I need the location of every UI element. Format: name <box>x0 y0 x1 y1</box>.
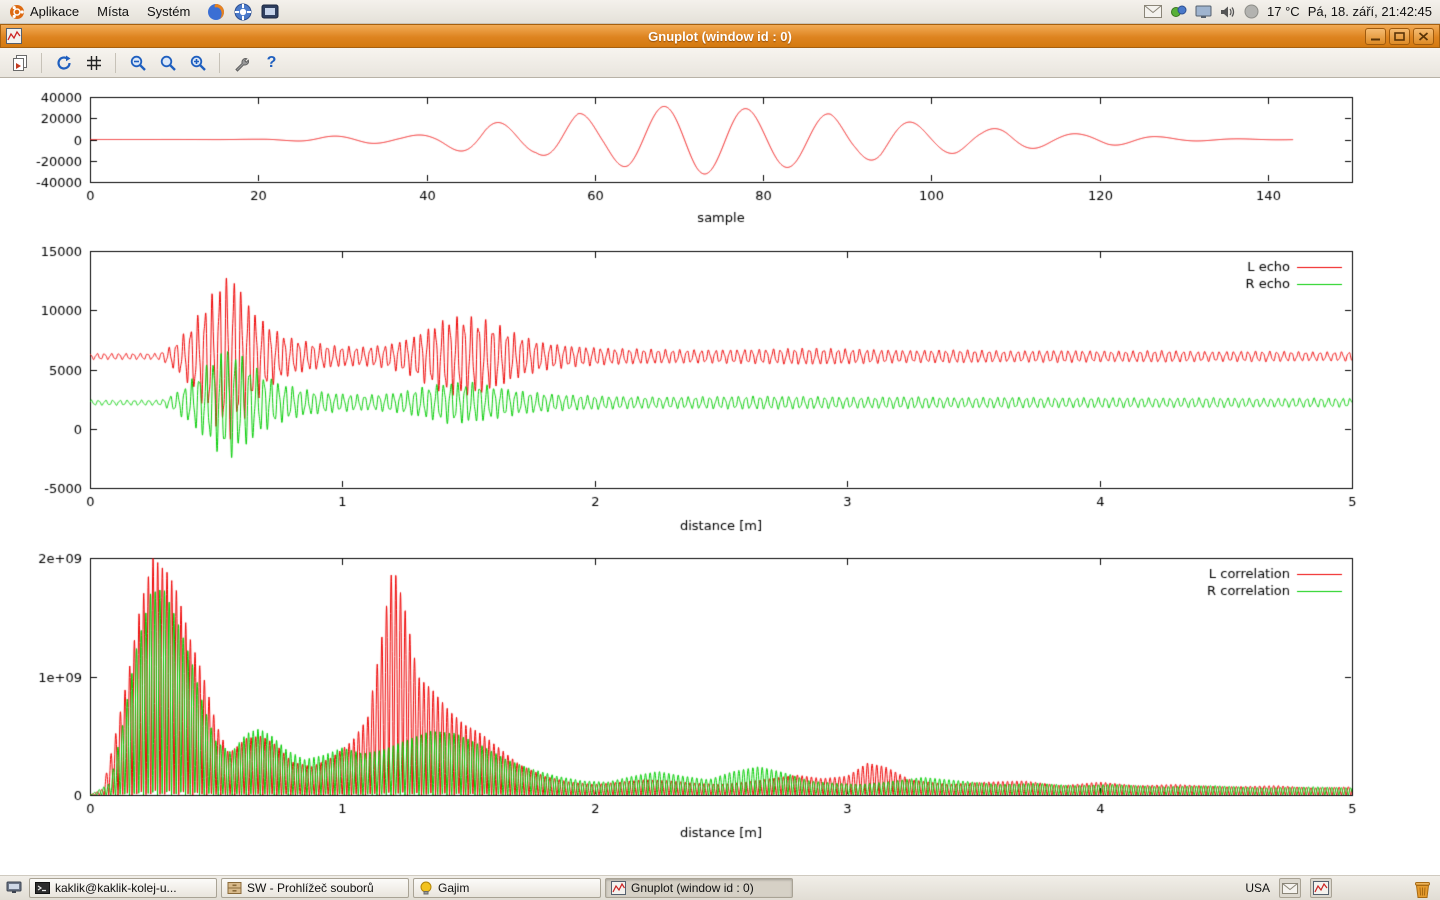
copy-to-clipboard-button[interactable] <box>6 51 33 75</box>
unzoom-icon <box>189 54 207 72</box>
panel-launchers <box>207 3 279 21</box>
gnuplot-task-icon <box>611 881 626 895</box>
correlation-chart[interactable] <box>0 547 1440 852</box>
terminal-icon <box>35 881 50 895</box>
window-title: Gnuplot (window id : 0) <box>1 29 1439 44</box>
echo-chart[interactable] <box>0 240 1440 545</box>
taskbar-item-label: kaklik@kaklik-kolej-u... <box>55 881 177 895</box>
top-panel: Aplikace Místa Systém <box>0 0 1440 24</box>
close-button[interactable] <box>1413 28 1434 45</box>
menu-applications[interactable]: Aplikace <box>0 0 88 23</box>
gajim-icon <box>419 881 433 895</box>
tray-mail-button[interactable] <box>1279 878 1301 898</box>
help-launcher-icon[interactable] <box>234 3 252 21</box>
zoom-previous-button[interactable] <box>124 51 151 75</box>
toolbar-separator <box>219 53 220 73</box>
minimize-button[interactable] <box>1365 28 1386 45</box>
window-controls <box>1365 28 1434 45</box>
replot-button[interactable] <box>50 51 77 75</box>
clock-label[interactable]: Pá, 18. září, 21:42:45 <box>1308 4 1432 19</box>
file-manager-icon <box>227 881 242 895</box>
sample-waveform-chart[interactable] <box>0 79 1440 237</box>
help-icon: ? <box>267 54 277 72</box>
weather-icon[interactable] <box>1244 4 1259 19</box>
taskbar-item-gajim[interactable]: Gajim <box>413 878 601 898</box>
tray-gnuplot-button[interactable] <box>1310 878 1332 898</box>
menu-system[interactable]: Systém <box>138 0 199 23</box>
bottom-taskbar: kaklik@kaklik-kolej-u... SW - Prohlížeč … <box>0 875 1440 900</box>
plot-area <box>0 78 1440 875</box>
zoom-next-icon <box>159 54 177 72</box>
panel-status-area: 17 °C Pá, 18. září, 21:42:45 <box>1144 4 1440 19</box>
wrench-icon <box>233 54 251 72</box>
taskbar-item-file-manager[interactable]: SW - Prohlížeč souborů <box>221 878 409 898</box>
menu-applications-label: Aplikace <box>30 4 79 19</box>
users-status-icon[interactable] <box>1170 4 1187 19</box>
display-settings-icon[interactable] <box>1195 5 1212 19</box>
show-desktop-icon <box>6 881 22 895</box>
toggle-grid-button[interactable] <box>80 51 107 75</box>
zoom-previous-icon <box>129 54 147 72</box>
toolbar-separator <box>41 53 42 73</box>
taskbar-item-terminal[interactable]: kaklik@kaklik-kolej-u... <box>29 878 217 898</box>
menu-places[interactable]: Místa <box>88 0 138 23</box>
help-button[interactable]: ? <box>258 51 285 75</box>
copy-icon <box>11 54 29 72</box>
taskbar-item-label: Gajim <box>438 881 469 895</box>
maximize-button[interactable] <box>1389 28 1410 45</box>
tray-mail-icon <box>1282 883 1298 894</box>
temperature-label: 17 °C <box>1267 4 1300 19</box>
taskbar-tray: USA <box>1245 878 1437 899</box>
menu-places-label: Místa <box>97 4 129 19</box>
taskbar-item-label: Gnuplot (window id : 0) <box>631 881 754 895</box>
keyboard-layout-indicator[interactable]: USA <box>1245 881 1270 895</box>
menu-system-label: Systém <box>147 4 190 19</box>
trash-icon[interactable] <box>1412 878 1433 899</box>
mail-notification-icon[interactable] <box>1144 5 1162 18</box>
refresh-icon <box>55 54 73 72</box>
taskbar-item-label: SW - Prohlížeč souborů <box>247 881 374 895</box>
toolbar-separator <box>115 53 116 73</box>
firefox-icon[interactable] <box>207 3 225 21</box>
gnuplot-window-icon <box>6 28 22 44</box>
ubuntu-logo-icon <box>9 4 25 20</box>
taskbar-item-gnuplot[interactable]: Gnuplot (window id : 0) <box>605 878 793 898</box>
zoom-next-button[interactable] <box>154 51 181 75</box>
volume-icon[interactable] <box>1220 5 1236 19</box>
gnuplot-toolbar: ? <box>0 48 1440 78</box>
tray-gnuplot-icon <box>1313 881 1329 895</box>
window-titlebar[interactable]: Gnuplot (window id : 0) <box>0 24 1440 48</box>
grid-icon <box>85 54 103 72</box>
screenshot-tool-icon[interactable] <box>261 3 279 21</box>
unzoom-button[interactable] <box>184 51 211 75</box>
show-desktop-button[interactable] <box>3 878 25 898</box>
settings-button[interactable] <box>228 51 255 75</box>
